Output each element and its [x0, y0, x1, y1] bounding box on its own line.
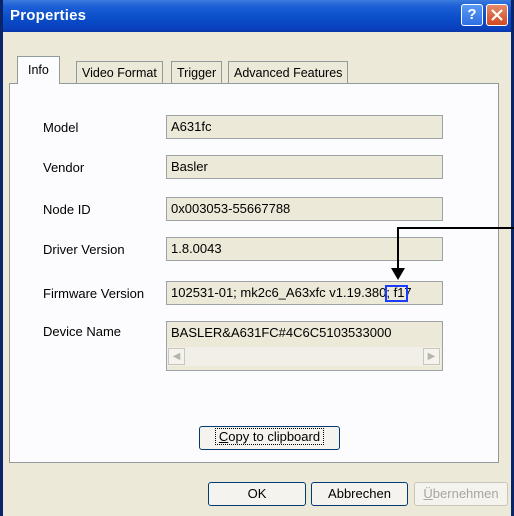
chevron-right-icon: ▶	[427, 351, 436, 362]
tab-label: Video Format	[82, 66, 157, 80]
vendor-label: Vendor	[43, 160, 85, 175]
model-field[interactable]: A631fc	[166, 115, 443, 139]
driver-version-label: Driver Version	[43, 242, 125, 257]
device-name-scrollbar[interactable]: ◀ ▶	[167, 347, 441, 366]
close-icon	[491, 9, 503, 21]
tab-trigger[interactable]: Trigger	[171, 61, 223, 83]
node-id-field[interactable]: 0x003053-55667788	[166, 197, 443, 221]
model-label: Model	[43, 120, 79, 135]
firmware-highlight-box	[385, 285, 408, 302]
device-name-label: Device Name	[43, 324, 122, 339]
chevron-left-icon: ◀	[172, 351, 181, 362]
ok-label: OK	[247, 486, 267, 501]
vendor-value: Basler	[171, 159, 208, 174]
node-id-value: 0x003053-55667788	[171, 201, 291, 216]
tab-video-format[interactable]: Video Format	[76, 61, 163, 83]
device-name-value: BASLER&A631FC#4C6C5103533000	[171, 325, 392, 340]
copy-to-clipboard-button[interactable]: Copy to clipboard	[199, 426, 340, 450]
title-bar[interactable]: Properties ?	[3, 0, 511, 32]
apply-button[interactable]: Übernehmen	[414, 482, 508, 506]
cancel-button[interactable]: Abbrechen	[311, 482, 408, 506]
window-title: Properties	[10, 7, 87, 24]
callout-line-vertical	[397, 227, 399, 269]
help-icon: ?	[467, 6, 477, 23]
apply-label: Übernehmen	[423, 486, 499, 501]
tab-info[interactable]: Info	[17, 56, 60, 84]
tab-label: Trigger	[177, 66, 217, 80]
scroll-right-button[interactable]: ▶	[423, 348, 440, 365]
tab-advanced-features[interactable]: Advanced Features	[228, 61, 349, 83]
model-value: A631fc	[171, 119, 212, 134]
scroll-left-button[interactable]: ◀	[168, 348, 185, 365]
tab-label: Advanced Features	[234, 66, 343, 80]
vendor-field[interactable]: Basler	[166, 155, 443, 179]
ok-button[interactable]: OK	[208, 482, 306, 506]
firmware-version-label: Firmware Version	[43, 286, 145, 301]
tab-panel-info	[9, 83, 499, 463]
driver-version-field[interactable]: 1.8.0043	[166, 237, 443, 261]
tab-label: Info	[28, 63, 49, 77]
copy-button-label: Copy to clipboard	[214, 428, 325, 445]
help-button[interactable]: ?	[461, 4, 483, 26]
close-button[interactable]	[486, 4, 508, 26]
firmware-version-value: 102531-01; mk2c6_A63xfc v1.19.380; f17	[171, 285, 412, 300]
callout-line	[397, 227, 514, 229]
cancel-label: Abbrechen	[328, 486, 391, 501]
node-id-label: Node ID	[43, 202, 91, 217]
driver-version-value: 1.8.0043	[171, 241, 222, 256]
arrow-down-icon	[391, 268, 405, 280]
